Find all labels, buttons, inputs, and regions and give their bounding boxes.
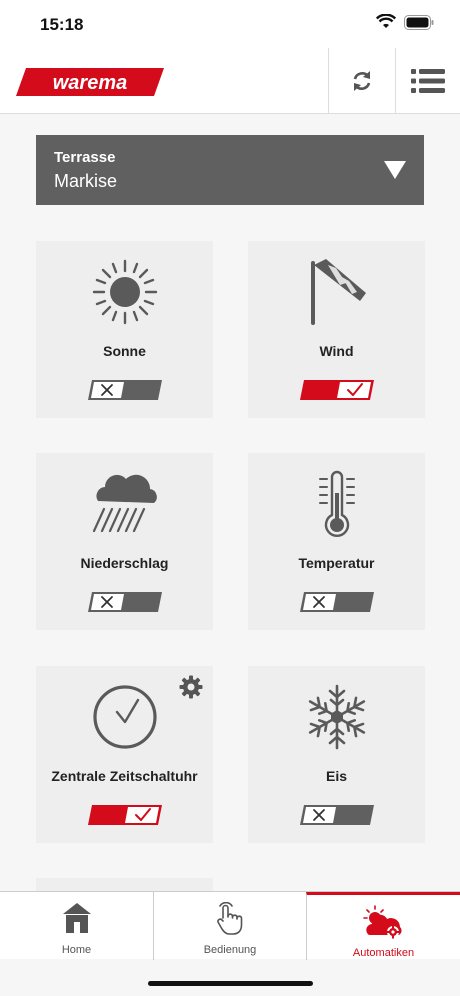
menu-button[interactable] [395,48,460,114]
channel-selector[interactable]: Terrasse Markise [36,135,424,205]
status-bar: 15:18 [0,0,460,48]
tab-label: Home [61,944,92,956]
tile-sonne[interactable]: Sonne [36,241,213,418]
tile-label: Sonne [103,343,146,359]
toggle-niederschlag[interactable] [88,592,162,612]
clock-icon [92,685,157,749]
battery-icon [404,14,434,30]
sun-icon [92,259,157,325]
list-menu-icon [411,69,445,93]
tile-temperatur[interactable]: Temperatur [248,453,425,630]
thermometer-icon [318,470,355,537]
triangle-down-icon [384,161,406,179]
toggle-wind[interactable] [300,380,374,400]
toggle-temperatur[interactable] [300,592,374,612]
bottom-tab-bar: Home Bedienung Automatiken [0,891,460,960]
tile-label: Eis [325,768,347,784]
tile-label: Zentrale Zeitschaltuhr [51,768,198,784]
tile-eis[interactable]: Eis [248,666,425,843]
selector-group-label: Terrasse [54,149,116,166]
tab-label: Bedienung [203,944,257,956]
tab-automatiken[interactable]: Automatiken [306,892,460,960]
sync-button[interactable] [328,48,395,114]
wifi-icon [376,14,396,28]
windsock-icon [310,259,366,325]
toggle-sonne[interactable] [88,380,162,400]
tile-niederschlag[interactable]: Niederschlag [36,453,213,630]
tile-label: Niederschlag [80,555,169,571]
brand-logo: warema [16,68,164,96]
rain-cloud-icon [92,474,157,533]
status-icons [376,14,434,30]
status-time: 15:18 [40,15,84,34]
toggle-zentrale-zeitschaltuhr[interactable] [88,805,162,825]
home-indicator [148,981,313,986]
app-header: warema [0,48,460,114]
tab-home[interactable]: Home [0,892,153,960]
snowflake-icon [308,684,365,750]
selector-channel-label: Markise [54,171,118,191]
house-icon [62,903,91,933]
tile-label: Temperatur [298,555,375,571]
tile-partial [36,878,213,892]
sun-cloud-gear-icon [362,905,402,939]
tab-bedienung[interactable]: Bedienung [153,892,306,960]
tile-zentrale-zeitschaltuhr[interactable]: Zentrale Zeitschaltuhr [36,666,213,843]
tab-label: Automatiken [352,947,415,959]
tile-wind[interactable]: Wind [248,241,425,418]
tile-label: Wind [319,343,354,359]
sync-icon [353,71,371,91]
toggle-eis[interactable] [300,805,374,825]
svg-text:warema: warema [53,72,128,94]
hand-pointer-icon [217,902,243,935]
